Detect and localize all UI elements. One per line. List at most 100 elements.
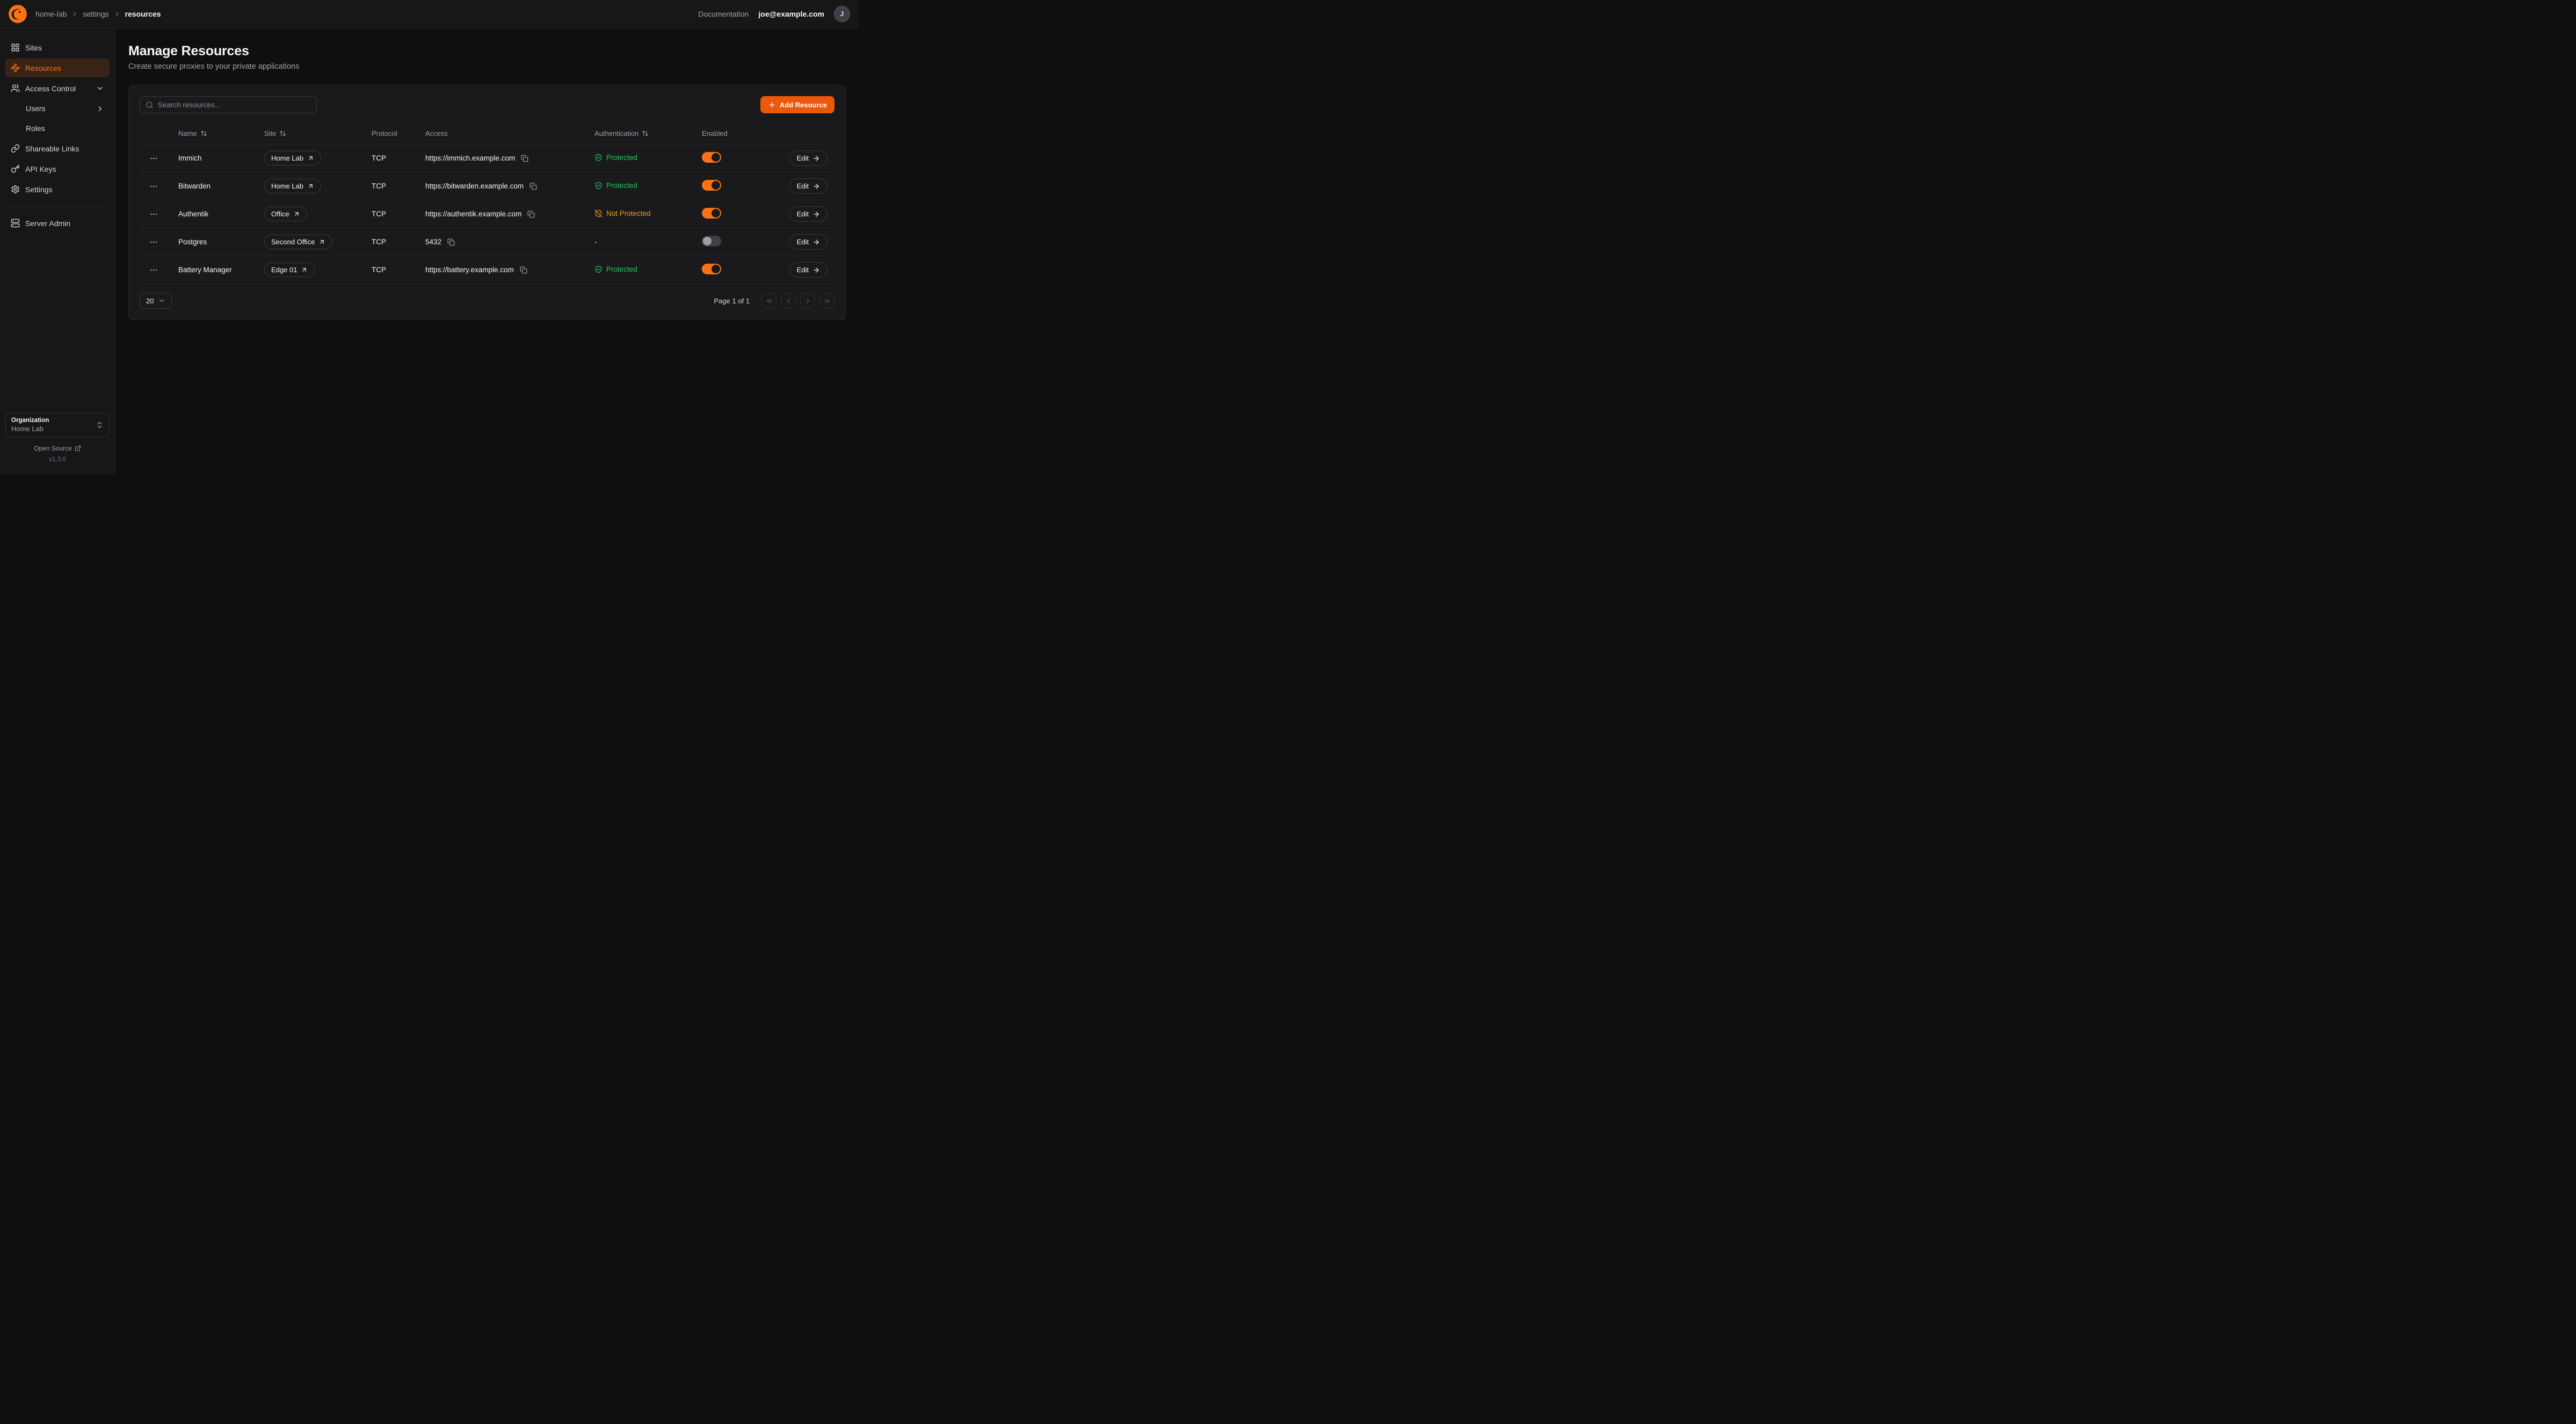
page-info: Page 1 of 1	[714, 297, 750, 305]
search-input[interactable]	[158, 101, 311, 109]
app-logo[interactable]	[9, 5, 27, 23]
edit-label: Edit	[797, 210, 809, 218]
enabled-toggle[interactable]	[702, 208, 721, 219]
sidebar-item-resources[interactable]: Resources	[5, 59, 110, 77]
grid-icon	[11, 43, 20, 52]
edit-button[interactable]: Edit	[789, 262, 828, 278]
sidebar-item-roles[interactable]: Roles	[5, 119, 110, 137]
toggle-knob	[703, 237, 712, 245]
copy-button[interactable]	[526, 209, 536, 219]
link-icon	[11, 144, 20, 153]
prev-page-button[interactable]	[781, 293, 796, 308]
site-link[interactable]: Home Lab	[264, 179, 321, 193]
chevron-down-icon	[158, 297, 165, 304]
sort-site-button[interactable]: Site	[264, 129, 286, 137]
server-icon	[11, 219, 20, 228]
page-title: Manage Resources	[128, 43, 846, 59]
copy-icon	[529, 183, 537, 190]
chevron-right-icon	[113, 10, 121, 18]
auth-label: Protected	[606, 265, 637, 273]
site-link[interactable]: Edge 01	[264, 263, 315, 277]
search-icon	[146, 101, 154, 109]
enabled-toggle[interactable]	[702, 264, 721, 274]
row-actions-button[interactable]	[147, 264, 160, 277]
chevron-right-icon	[804, 297, 812, 305]
edit-button[interactable]: Edit	[789, 178, 828, 194]
shield-check-icon	[594, 181, 603, 190]
row-actions-button[interactable]	[147, 152, 160, 165]
auth-status: Protected	[594, 265, 637, 273]
auth-label: Protected	[606, 154, 637, 162]
copy-button[interactable]	[520, 154, 529, 163]
row-actions-button[interactable]	[147, 180, 160, 193]
first-page-button[interactable]	[761, 293, 777, 308]
auth-label: Not Protected	[606, 209, 651, 217]
resources-card: Add Resource Name Site	[128, 85, 846, 320]
sidebar-item-sites[interactable]: Sites	[5, 38, 110, 57]
add-resource-button[interactable]: Add Resource	[760, 96, 835, 113]
arrow-right-icon	[812, 183, 820, 190]
sidebar-item-label: Access Control	[25, 84, 91, 93]
ellipsis-icon	[149, 210, 158, 219]
edit-button[interactable]: Edit	[789, 150, 828, 166]
last-page-button[interactable]	[819, 293, 835, 308]
edit-button[interactable]: Edit	[789, 206, 828, 222]
table-row: Postgres Second Office TCP 5432 -	[140, 228, 835, 256]
sort-icon	[642, 130, 649, 137]
arrow-up-right-icon	[293, 210, 300, 217]
sidebar-item-users[interactable]: Users	[5, 99, 110, 118]
breadcrumb-settings[interactable]: settings	[83, 10, 108, 18]
waypoints-icon	[11, 63, 20, 72]
site-name: Office	[271, 210, 289, 218]
resource-name: Bitwarden	[170, 182, 256, 190]
add-resource-label: Add Resource	[780, 101, 827, 109]
open-source-link[interactable]: Open Source	[5, 445, 110, 452]
gear-icon	[11, 185, 20, 194]
sidebar-item-settings[interactable]: Settings	[5, 180, 110, 199]
copy-button[interactable]	[519, 265, 528, 275]
page-size-value: 20	[146, 297, 154, 305]
edit-button[interactable]: Edit	[789, 234, 828, 250]
breadcrumb-home-lab[interactable]: home-lab	[35, 10, 67, 18]
org-selector[interactable]: Organization Home Lab	[5, 413, 110, 437]
site-link[interactable]: Home Lab	[264, 151, 321, 165]
sidebar-item-label: API Keys	[25, 165, 104, 173]
enabled-toggle[interactable]	[702, 180, 721, 191]
resource-access: https://bitwarden.example.com	[425, 182, 524, 190]
sidebar-item-server-admin[interactable]: Server Admin	[5, 214, 110, 233]
documentation-link[interactable]: Documentation	[698, 10, 749, 18]
next-page-button[interactable]	[800, 293, 815, 308]
ellipsis-icon	[149, 266, 158, 274]
table-header: Name Site Protocol Access	[140, 123, 835, 144]
arrow-up-right-icon	[318, 238, 325, 245]
ellipsis-icon	[149, 182, 158, 191]
site-link[interactable]: Office	[264, 207, 307, 221]
enabled-toggle[interactable]	[702, 152, 721, 163]
site-link[interactable]: Second Office	[264, 235, 332, 249]
sidebar-item-label: Sites	[25, 43, 104, 52]
sidebar-item-label: Settings	[25, 185, 104, 194]
breadcrumb-resources[interactable]: resources	[125, 10, 161, 18]
chevron-left-icon	[785, 297, 793, 305]
shield-check-icon	[594, 154, 603, 162]
sort-authentication-button[interactable]: Authentication	[594, 129, 649, 137]
enabled-toggle[interactable]	[702, 236, 721, 246]
copy-button[interactable]	[446, 237, 456, 247]
site-name: Second Office	[271, 238, 315, 246]
sidebar-item-api-keys[interactable]: API Keys	[5, 159, 110, 178]
avatar[interactable]: J	[834, 6, 850, 22]
edit-label: Edit	[797, 238, 809, 246]
sort-name-button[interactable]: Name	[178, 129, 207, 137]
resource-protocol: TCP	[363, 154, 417, 162]
page-size-select[interactable]: 20	[140, 293, 172, 309]
sidebar-item-access-control[interactable]: Access Control	[5, 79, 110, 98]
chevron-right-icon	[71, 10, 78, 18]
header-name: Name	[178, 129, 197, 137]
sidebar-item-shareable-links[interactable]: Shareable Links	[5, 139, 110, 158]
shield-off-icon	[594, 209, 603, 217]
row-actions-button[interactable]	[147, 208, 160, 221]
copy-button[interactable]	[528, 181, 538, 191]
sidebar-item-label: Users	[26, 104, 91, 113]
row-actions-button[interactable]	[147, 236, 160, 249]
header-enabled: Enabled	[702, 129, 728, 137]
